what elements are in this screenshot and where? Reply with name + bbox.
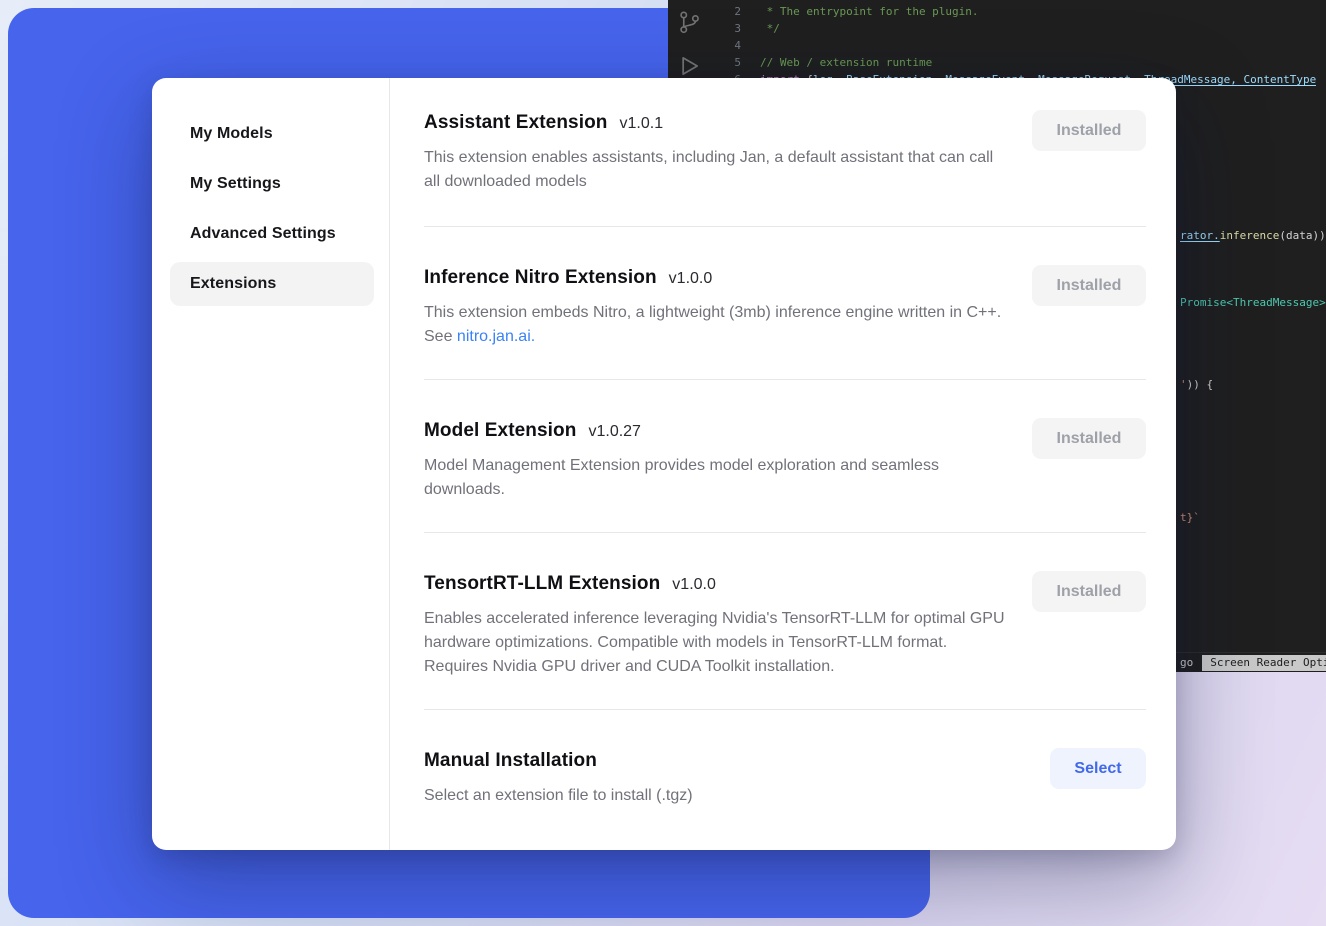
desktop-background: 2 * The entrypoint for the plugin. 3 */ … [0, 0, 1326, 926]
code-line: 2 * The entrypoint for the plugin. [668, 3, 1326, 20]
extension-title: Model Extension [424, 420, 576, 442]
status-bar-text: go [1180, 656, 1193, 669]
code-line: 3 */ [668, 20, 1326, 37]
extension-title: TensortRT-LLM Extension [424, 573, 660, 595]
code-text: */ [741, 22, 780, 35]
extension-row-assistant: Assistant Extension v1.0.1 This extensio… [424, 78, 1146, 227]
sidebar-item-advanced-settings[interactable]: Advanced Settings [170, 212, 374, 256]
code-fragment: ')) { [1180, 378, 1213, 391]
settings-modal: My Models My Settings Advanced Settings … [152, 78, 1176, 850]
nitro-jan-ai-link[interactable]: nitro.jan.ai. [457, 328, 535, 345]
nitro-extension-installed-button[interactable]: Installed [1032, 265, 1146, 306]
screen-reader-optimized-badge[interactable]: Screen Reader Optimized [1202, 655, 1326, 671]
extension-row-tensorrt-llm: TensortRT-LLM Extension v1.0.0 Enables a… [424, 533, 1146, 710]
extension-info: Model Extension v1.0.27 Model Management… [424, 420, 1006, 502]
extension-version: v1.0.0 [672, 576, 716, 594]
line-number: 3 [668, 22, 741, 35]
extensions-list: Assistant Extension v1.0.1 This extensio… [390, 78, 1176, 850]
line-number: 5 [668, 56, 741, 69]
manual-installation-title: Manual Installation [424, 750, 597, 772]
code-text: ' [1180, 378, 1187, 391]
code-lines: 2 * The entrypoint for the plugin. 3 */ … [668, 3, 1326, 88]
code-fragment: Promise<ThreadMessage> [1180, 296, 1326, 309]
extension-version: v1.0.27 [588, 423, 640, 441]
settings-sidebar: My Models My Settings Advanced Settings … [152, 78, 390, 850]
code-line: 5 // Web / extension runtime [668, 54, 1326, 71]
code-line: 4 [668, 37, 1326, 54]
line-number: 2 [668, 5, 741, 18]
code-text: (data)); [1279, 229, 1326, 242]
extension-info: TensortRT-LLM Extension v1.0.0 Enables a… [424, 573, 1006, 679]
extension-description: Model Management Extension provides mode… [424, 454, 1006, 502]
code-text: * The entrypoint for the plugin. [741, 5, 979, 18]
extension-row-model: Model Extension v1.0.27 Model Management… [424, 380, 1146, 533]
extension-title: Assistant Extension [424, 112, 608, 134]
sidebar-item-my-settings[interactable]: My Settings [170, 162, 374, 206]
manual-installation-description: Select an extension file to install (.tg… [424, 784, 1006, 808]
extension-description: This extension embeds Nitro, a lightweig… [424, 301, 1006, 349]
extension-title: Inference Nitro Extension [424, 267, 657, 289]
extension-description: Enables accelerated inference leveraging… [424, 607, 1006, 679]
sidebar-item-my-models[interactable]: My Models [170, 112, 374, 156]
manual-installation-row: Manual Installation Select an extension … [424, 710, 1146, 838]
line-number: 4 [668, 39, 741, 52]
extension-description: This extension enables assistants, inclu… [424, 146, 1006, 194]
code-text: inference [1220, 229, 1280, 242]
code-text: )) { [1187, 378, 1214, 391]
model-extension-installed-button[interactable]: Installed [1032, 418, 1146, 459]
code-fragment: rator.inference(data)); [1180, 229, 1326, 242]
code-text: // Web / extension runtime [741, 56, 932, 69]
extension-info: Inference Nitro Extension v1.0.0 This ex… [424, 267, 1006, 349]
code-fragment: t}` [1180, 511, 1200, 524]
code-text: rator. [1180, 229, 1220, 242]
tensorrt-extension-installed-button[interactable]: Installed [1032, 571, 1146, 612]
extension-row-inference-nitro: Inference Nitro Extension v1.0.0 This ex… [424, 227, 1146, 380]
assistant-extension-installed-button[interactable]: Installed [1032, 110, 1146, 151]
select-file-button[interactable]: Select [1050, 748, 1146, 789]
sidebar-item-extensions[interactable]: Extensions [170, 262, 374, 306]
extension-version: v1.0.1 [620, 115, 664, 133]
extension-info: Assistant Extension v1.0.1 This extensio… [424, 112, 1006, 194]
status-bar-items: go Screen Reader Optimized [1180, 653, 1326, 672]
extension-version: v1.0.0 [669, 270, 713, 288]
extension-info: Manual Installation Select an extension … [424, 750, 1006, 808]
